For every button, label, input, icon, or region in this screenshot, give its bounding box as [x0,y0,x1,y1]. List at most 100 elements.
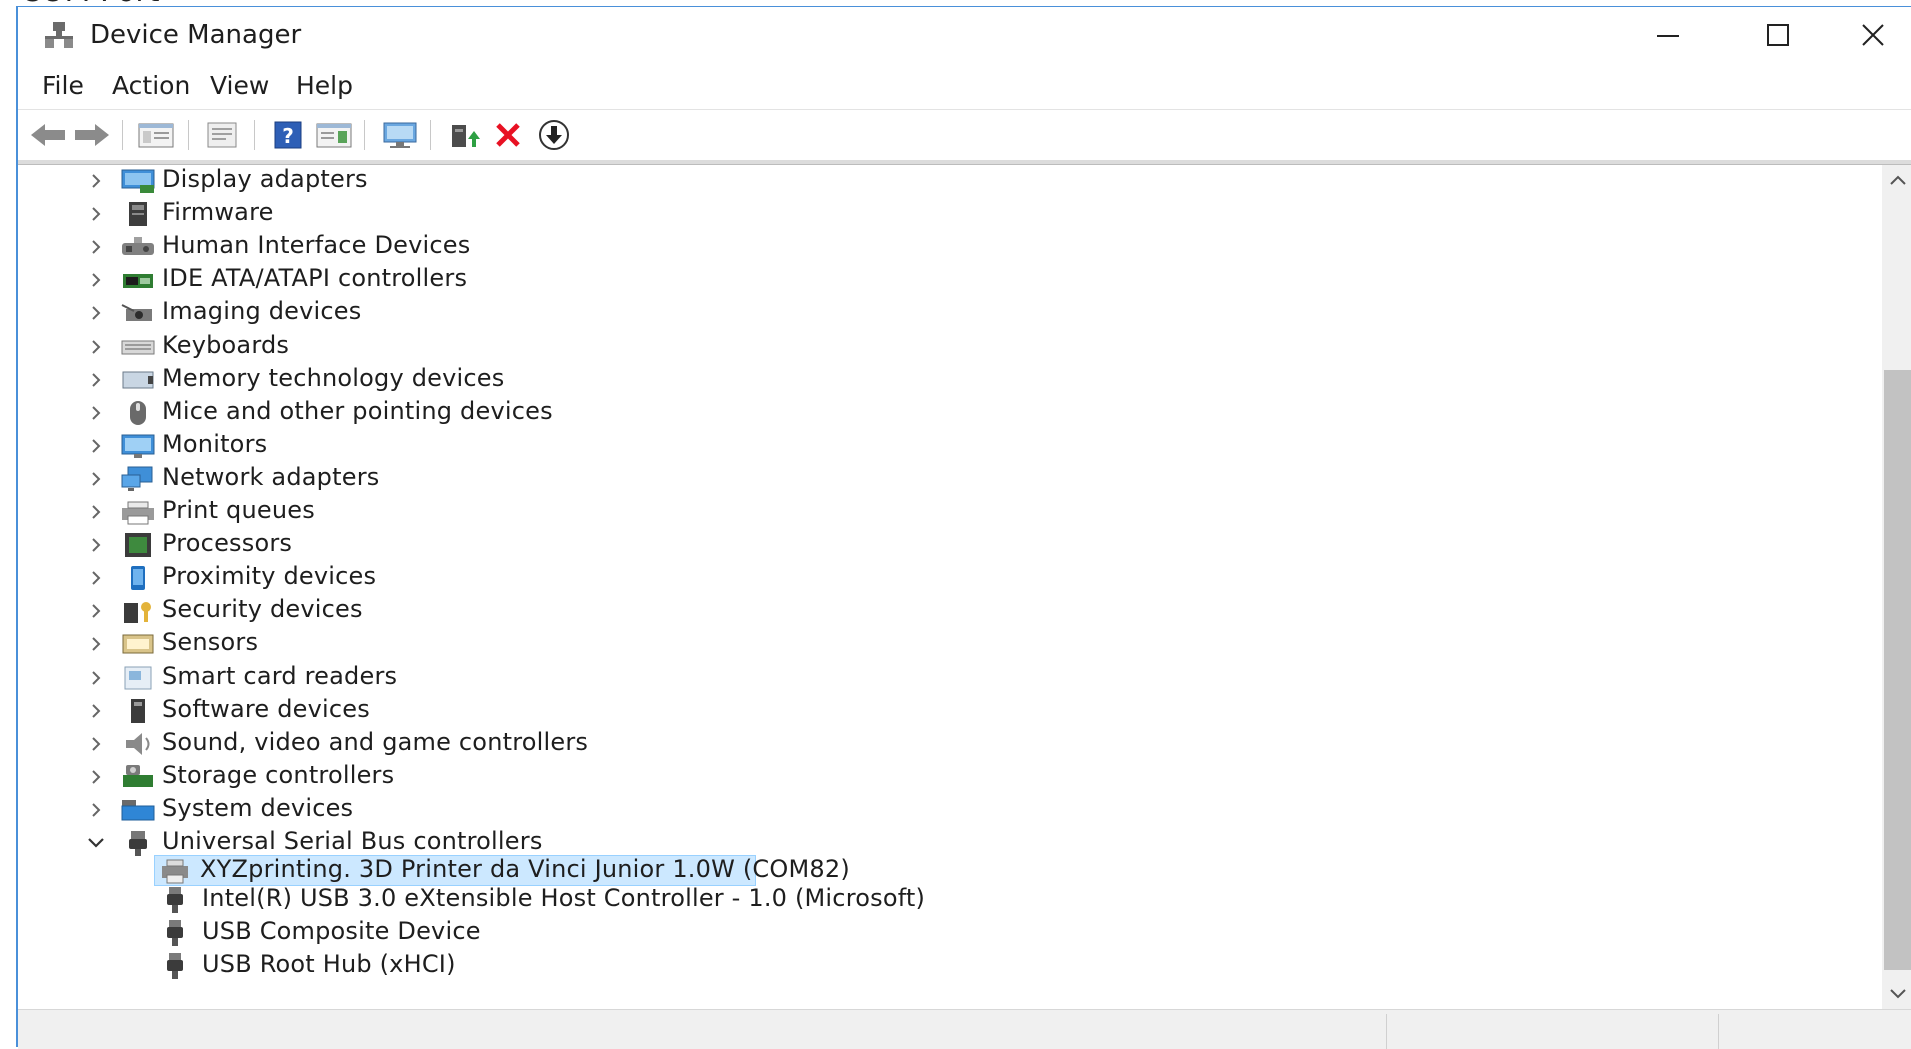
chevron-right-icon[interactable] [86,502,106,522]
chevron-down-icon[interactable] [86,833,106,853]
action-pane-button[interactable] [314,116,354,154]
sensors-icon [119,629,157,659]
vertical-scrollbar[interactable] [1882,165,1911,1009]
chevron-right-icon[interactable] [86,734,106,754]
tree-category-mice-and-other-pointing-devices[interactable]: Mice and other pointing devices [20,396,920,429]
tree-category-label: Proximity devices [162,562,377,591]
help-button[interactable]: ? [268,116,308,154]
chevron-right-icon[interactable] [86,701,106,721]
tree-category-label: Firmware [162,198,274,227]
usb-plug-icon [156,918,194,948]
tree-category-sensors[interactable]: Sensors [20,627,920,660]
forward-arrow-icon [75,124,109,146]
chevron-right-icon[interactable] [86,568,106,588]
scroll-down-button[interactable] [1882,979,1911,1009]
tree-category-display-adapters[interactable]: Display adapters [20,165,920,197]
tree-category-security-devices[interactable]: Security devices [20,594,920,627]
tree-category-monitors[interactable]: Monitors [20,429,920,462]
tree-category-label: Security devices [162,595,363,624]
tree-category-proximity-devices[interactable]: Proximity devices [20,561,920,594]
chevron-right-icon[interactable] [86,370,106,390]
sound-video-and-game-controllers-icon [119,729,157,759]
chevron-right-icon[interactable] [86,767,106,787]
scroll-up-button[interactable] [1882,165,1911,195]
tree-category-software-devices[interactable]: Software devices [20,694,920,727]
chevron-right-icon[interactable] [86,601,106,621]
tree-category-processors[interactable]: Processors [20,528,920,561]
properties-button[interactable] [202,116,242,154]
tree-category-label: Memory technology devices [162,363,505,392]
close-button[interactable] [1833,7,1911,63]
tree-category-label: Mice and other pointing devices [162,396,553,425]
chevron-right-icon[interactable] [86,337,106,357]
tree-category-keyboards[interactable]: Keyboards [20,330,920,363]
chevron-right-icon[interactable] [86,403,106,423]
menu-action[interactable]: Action [112,71,190,100]
scroll-thumb[interactable] [1884,370,1911,970]
scan-hardware-icon [383,122,417,148]
menu-file[interactable]: File [42,71,84,100]
software-devices-icon [119,696,157,726]
tree-category-memory-technology-devices[interactable]: Memory technology devices [20,363,920,396]
menu-help[interactable]: Help [296,71,353,100]
tree-category-print-queues[interactable]: Print queues [20,495,920,528]
update-driver-button[interactable] [444,116,484,154]
tree-device[interactable]: USB Root Hub (xHCI) [20,949,1120,982]
minimize-button[interactable] [1613,7,1723,63]
chevron-right-icon[interactable] [86,800,106,820]
maximize-icon [1767,24,1789,46]
tree-category-label: Imaging devices [162,297,362,326]
forward-button[interactable] [72,116,112,154]
tree-device-label: XYZprinting. 3D Printer da Vinci Junior … [200,855,850,884]
tree-category-human-interface-devices[interactable]: Human Interface Devices [20,230,920,263]
uninstall-device-button[interactable] [488,116,528,154]
update-driver-icon [452,125,480,147]
tree-category-network-adapters[interactable]: Network adapters [20,462,920,495]
chevron-right-icon[interactable] [86,535,106,555]
close-icon [1862,24,1884,46]
tree-category-label: Software devices [162,694,370,723]
chevron-right-icon[interactable] [86,237,106,257]
tree-category-firmware[interactable]: Firmware [20,197,920,230]
tree-category-ide-ata-atapi-controllers[interactable]: IDE ATA/ATAPI controllers [20,263,920,296]
back-button[interactable] [28,116,68,154]
maximize-button[interactable] [1723,7,1833,63]
device-manager-window: Device Manager File Action View Help ? D… [16,6,1911,1049]
display-adapters-icon [119,166,157,196]
chevron-right-icon[interactable] [86,204,106,224]
chevron-right-icon[interactable] [86,303,106,323]
tree-category-smart-card-readers[interactable]: Smart card readers [20,661,920,694]
tree-category-system-devices[interactable]: System devices [20,793,920,826]
minimize-icon [1657,35,1679,37]
memory-technology-devices-icon [119,365,157,395]
chevron-right-icon[interactable] [86,668,106,688]
tree-category-imaging-devices[interactable]: Imaging devices [20,296,920,329]
tree-category-storage-controllers[interactable]: Storage controllers [20,760,920,793]
chevron-right-icon[interactable] [86,469,106,489]
tree-category-label: Network adapters [162,462,380,491]
tree-category-label: Sensors [162,628,259,657]
chevron-right-icon[interactable] [86,270,106,290]
print-queues-icon [119,497,157,527]
tree-category-sound-video-and-game-controllers[interactable]: Sound, video and game controllers [20,727,920,760]
processors-icon [119,530,157,560]
chevron-right-icon[interactable] [86,634,106,654]
smart-card-readers-icon [119,663,157,693]
console-tree-button[interactable] [136,116,176,154]
menu-view[interactable]: View [210,71,269,100]
chevron-right-icon[interactable] [86,436,106,456]
download-driver-button[interactable] [534,116,574,154]
chevron-right-icon[interactable] [86,171,106,191]
status-bar [18,1009,1911,1049]
device-tree: Display adapters Firmware Human Interface … [20,165,1882,1009]
scan-hardware-button[interactable] [380,116,420,154]
window-title: Device Manager [90,20,302,50]
tree-category-label: Display adapters [162,165,368,193]
chevron-up-icon [1889,175,1906,185]
tree-category-label: Universal Serial Bus controllers [162,827,543,855]
imaging-devices-icon [119,298,157,328]
tree-category-label: IDE ATA/ATAPI controllers [162,264,468,293]
tree-device[interactable]: Intel(R) USB 3.0 eXtensible Host Control… [20,883,1120,916]
title-bar[interactable]: Device Manager [18,7,1911,63]
tree-device[interactable]: USB Composite Device [20,916,1120,949]
